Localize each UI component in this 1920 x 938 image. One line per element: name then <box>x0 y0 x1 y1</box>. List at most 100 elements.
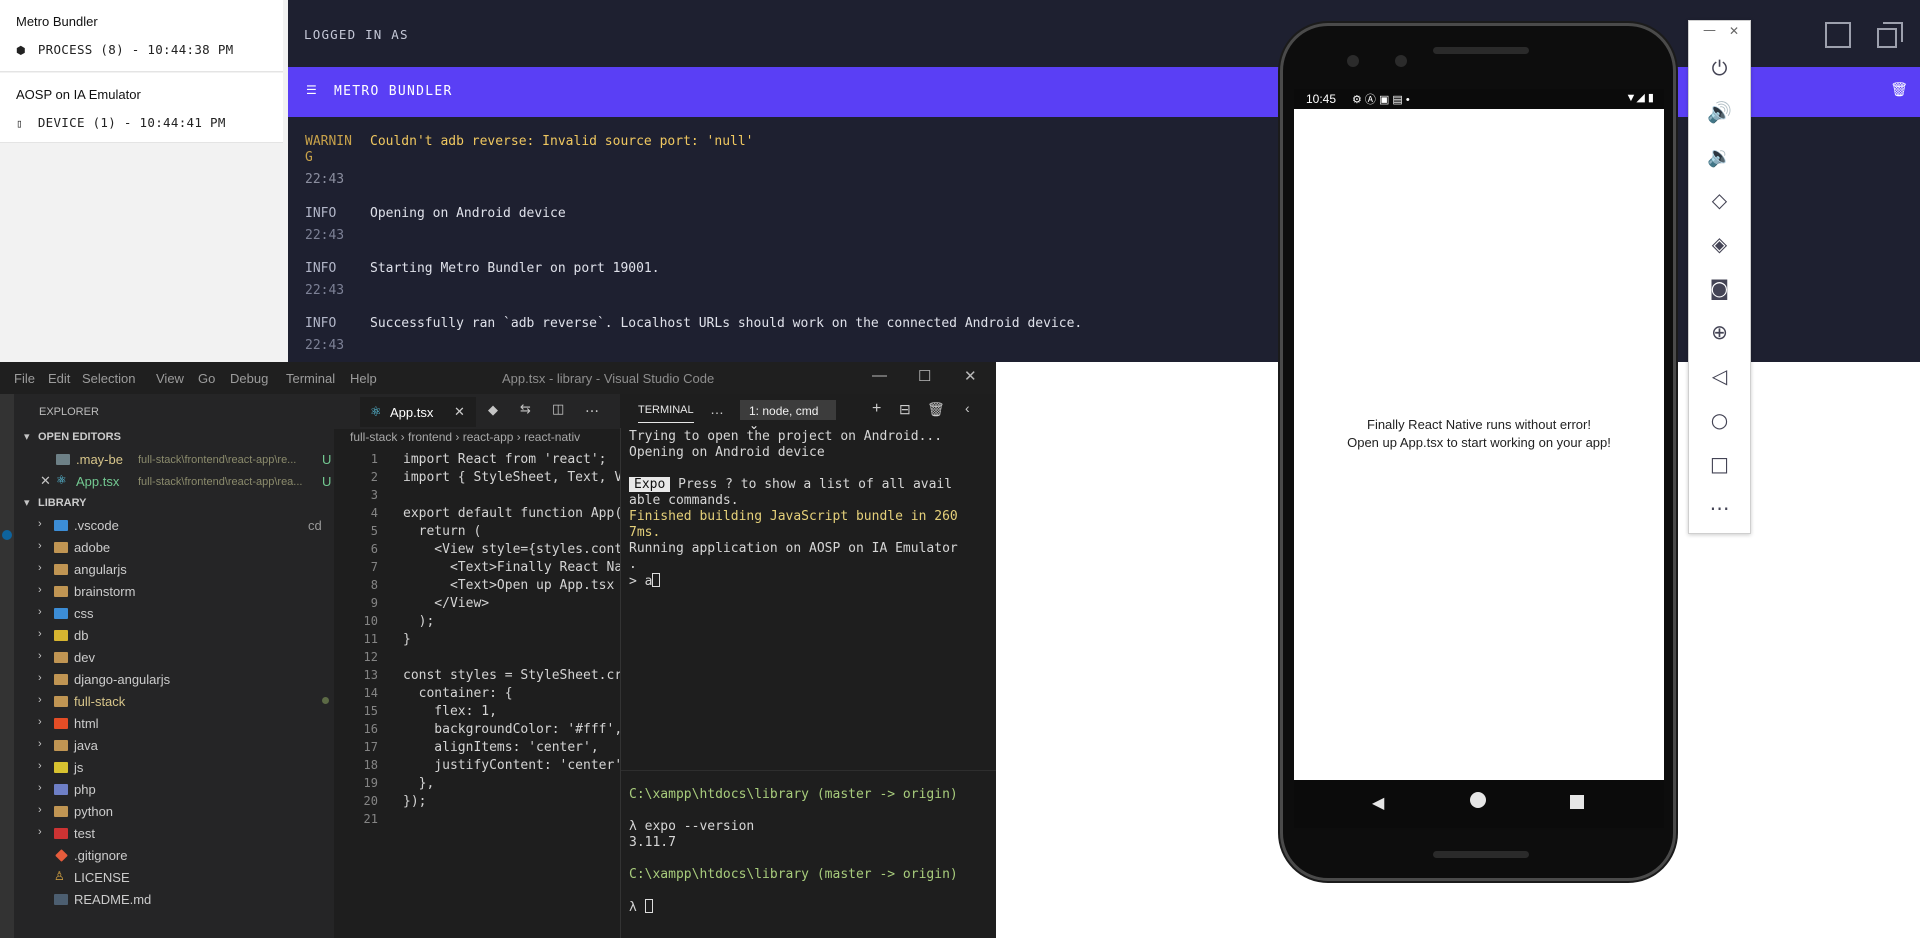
rotate-right-icon[interactable]: ◈ <box>1689 226 1750 262</box>
tree-folder[interactable]: › python <box>38 802 334 824</box>
close-icon[interactable]: ✕ <box>40 473 51 489</box>
minimize-icon[interactable]: — <box>1703 23 1716 38</box>
breadcrumb-item[interactable]: react-nativ <box>524 430 580 444</box>
more-icon[interactable]: ⋯ <box>1689 490 1750 526</box>
menu-debug[interactable]: Debug <box>230 371 268 386</box>
chevron-right-icon: › <box>38 716 42 728</box>
window-controls <box>1795 0 1920 68</box>
add-terminal-icon[interactable]: + <box>872 400 881 418</box>
trash-icon[interactable]: 🗑 <box>1890 82 1908 98</box>
tree-folder[interactable]: › brainstorm <box>38 582 334 604</box>
open-editors-section[interactable]: ▾ OPEN EDITORS <box>24 428 324 450</box>
menu-file[interactable]: File <box>14 371 35 386</box>
home-icon[interactable]: ○ <box>1689 402 1750 438</box>
split-terminal-icon[interactable]: ⊟ <box>899 401 911 418</box>
tree-folder[interactable]: › angularjs <box>38 560 334 582</box>
volume-down-icon[interactable]: 🔉 <box>1689 138 1750 174</box>
back-icon[interactable]: ◀ <box>1372 793 1384 812</box>
maximize-icon[interactable] <box>1825 22 1851 48</box>
chevron-right-icon: › <box>38 628 42 640</box>
close-icon[interactable]: ✕ <box>454 404 465 420</box>
tree-file[interactable]: README.md <box>38 890 334 912</box>
breadcrumb-item[interactable]: full-stack <box>350 430 397 444</box>
folder-icon <box>54 652 68 663</box>
split-editor-icon[interactable]: ◫ <box>552 402 564 417</box>
volume-up-icon[interactable]: 🔊 <box>1689 94 1750 130</box>
rotate-left-icon[interactable]: ◇ <box>1689 182 1750 218</box>
menu-edit[interactable]: Edit <box>48 371 70 386</box>
code-line: flex: 1, <box>403 704 497 719</box>
tree-folder[interactable]: › full-stack <box>38 692 334 714</box>
log-message: Starting Metro Bundler on port 19001. <box>370 261 660 276</box>
tree-folder[interactable]: › java <box>38 736 334 758</box>
terminal-select[interactable]: 1: node, cmd ⌄ <box>740 400 836 432</box>
tree-folder[interactable]: › html <box>38 714 334 736</box>
tree-file[interactable]: ♙ LICENSE <box>38 868 334 890</box>
minimize-icon[interactable]: — <box>872 367 887 384</box>
tree-folder[interactable]: › test <box>38 824 334 846</box>
tree-folder[interactable]: › django-angularjs <box>38 670 334 692</box>
camera-icon[interactable]: ◙ <box>1689 270 1750 306</box>
maximize-icon[interactable]: ☐ <box>918 367 931 385</box>
power-icon[interactable]: ⏻ <box>1689 50 1750 86</box>
tree-folder[interactable]: › adobe <box>38 538 334 560</box>
terminal-divider <box>621 770 996 771</box>
tree-folder[interactable]: › php <box>38 780 334 802</box>
folder-icon <box>54 608 68 619</box>
chevron-right-icon: › <box>38 650 42 662</box>
terminal-line: . <box>629 557 637 572</box>
terminal-panel[interactable] <box>620 394 996 938</box>
menu-selection[interactable]: Selection <box>82 371 135 386</box>
more-icon[interactable]: … <box>710 401 724 417</box>
tree-folder[interactable]: › .vscode cd <box>38 516 334 538</box>
menu-terminal[interactable]: Terminal <box>286 371 335 386</box>
menu-help[interactable]: Help <box>350 371 377 386</box>
line-number: 18 <box>363 758 378 772</box>
overview-icon[interactable] <box>1570 795 1584 809</box>
menu-view[interactable]: View <box>156 371 184 386</box>
modified-dot-icon <box>322 697 329 704</box>
breadcrumb: full-stack › frontend › react-app › reac… <box>350 430 581 444</box>
close-icon[interactable]: ✕ <box>964 367 977 385</box>
battery-icon: ▼◢ ▮ <box>1625 92 1654 104</box>
tree-folder[interactable]: › js <box>38 758 334 780</box>
zoom-icon[interactable]: ⊕ <box>1689 314 1750 350</box>
device-screen[interactable] <box>1294 89 1664 824</box>
menu-go[interactable]: Go <box>198 371 215 386</box>
diamond-icon[interactable]: ◆ <box>488 403 498 418</box>
overview-icon[interactable]: □ <box>1689 446 1750 482</box>
folder-icon <box>54 762 68 773</box>
tree-folder[interactable]: › db <box>38 626 334 648</box>
home-icon[interactable] <box>1470 792 1486 808</box>
sidebar-item-subtitle: PROCESS (8) - 10:44:38 PM <box>37 42 234 57</box>
terminal-line: 3.11.7 <box>629 835 676 850</box>
folder-icon <box>54 586 68 597</box>
line-number: 19 <box>363 776 378 790</box>
close-icon[interactable]: ✕ <box>1729 24 1739 38</box>
folder-icon <box>54 784 68 795</box>
sidebar-item-metro-bundler[interactable]: Metro Bundler ⬢ PROCESS (8) - 10:44:38 P… <box>0 0 283 72</box>
tree-file[interactable]: .gitignore <box>38 846 334 868</box>
workspace-section[interactable]: ▾ LIBRARY <box>24 494 324 516</box>
chevron-left-icon[interactable]: ‹ <box>965 400 970 416</box>
terminal-line: λ <box>629 899 653 915</box>
line-number: 8 <box>370 578 378 592</box>
more-icon[interactable]: … <box>585 400 599 416</box>
sidebar-item-emulator[interactable]: AOSP on IA Emulator ▯ DEVICE (1) - 10:44… <box>0 73 283 143</box>
back-icon[interactable]: ◁ <box>1689 358 1750 394</box>
compare-icon[interactable]: ⇆ <box>520 402 531 417</box>
tab-app-tsx[interactable]: ⚛ App.tsx ✕ <box>360 397 476 427</box>
open-editor-item[interactable]: ✕ ⚛ App.tsx full-stack\frontend\react-ap… <box>40 472 334 494</box>
terminal-header: TERMINAL … 1: node, cmd ⌄ + ⊟ 🗑 ‹ <box>620 394 996 432</box>
line-number: 17 <box>363 740 378 754</box>
front-camera-icon <box>1347 55 1359 67</box>
breadcrumb-item[interactable]: react-app <box>463 430 514 444</box>
open-editor-item[interactable]: .may-be full-stack\frontend\react-app\re… <box>40 450 334 472</box>
trash-icon[interactable]: 🗑 <box>927 401 945 418</box>
tree-folder[interactable]: › css <box>38 604 334 626</box>
breadcrumb-item[interactable]: frontend <box>408 430 452 444</box>
tree-folder[interactable]: › dev <box>38 648 334 670</box>
tab-terminal[interactable]: TERMINAL <box>638 404 694 423</box>
android-nav-bar: ◀ <box>1294 780 1664 828</box>
code-line: ); <box>403 614 435 629</box>
